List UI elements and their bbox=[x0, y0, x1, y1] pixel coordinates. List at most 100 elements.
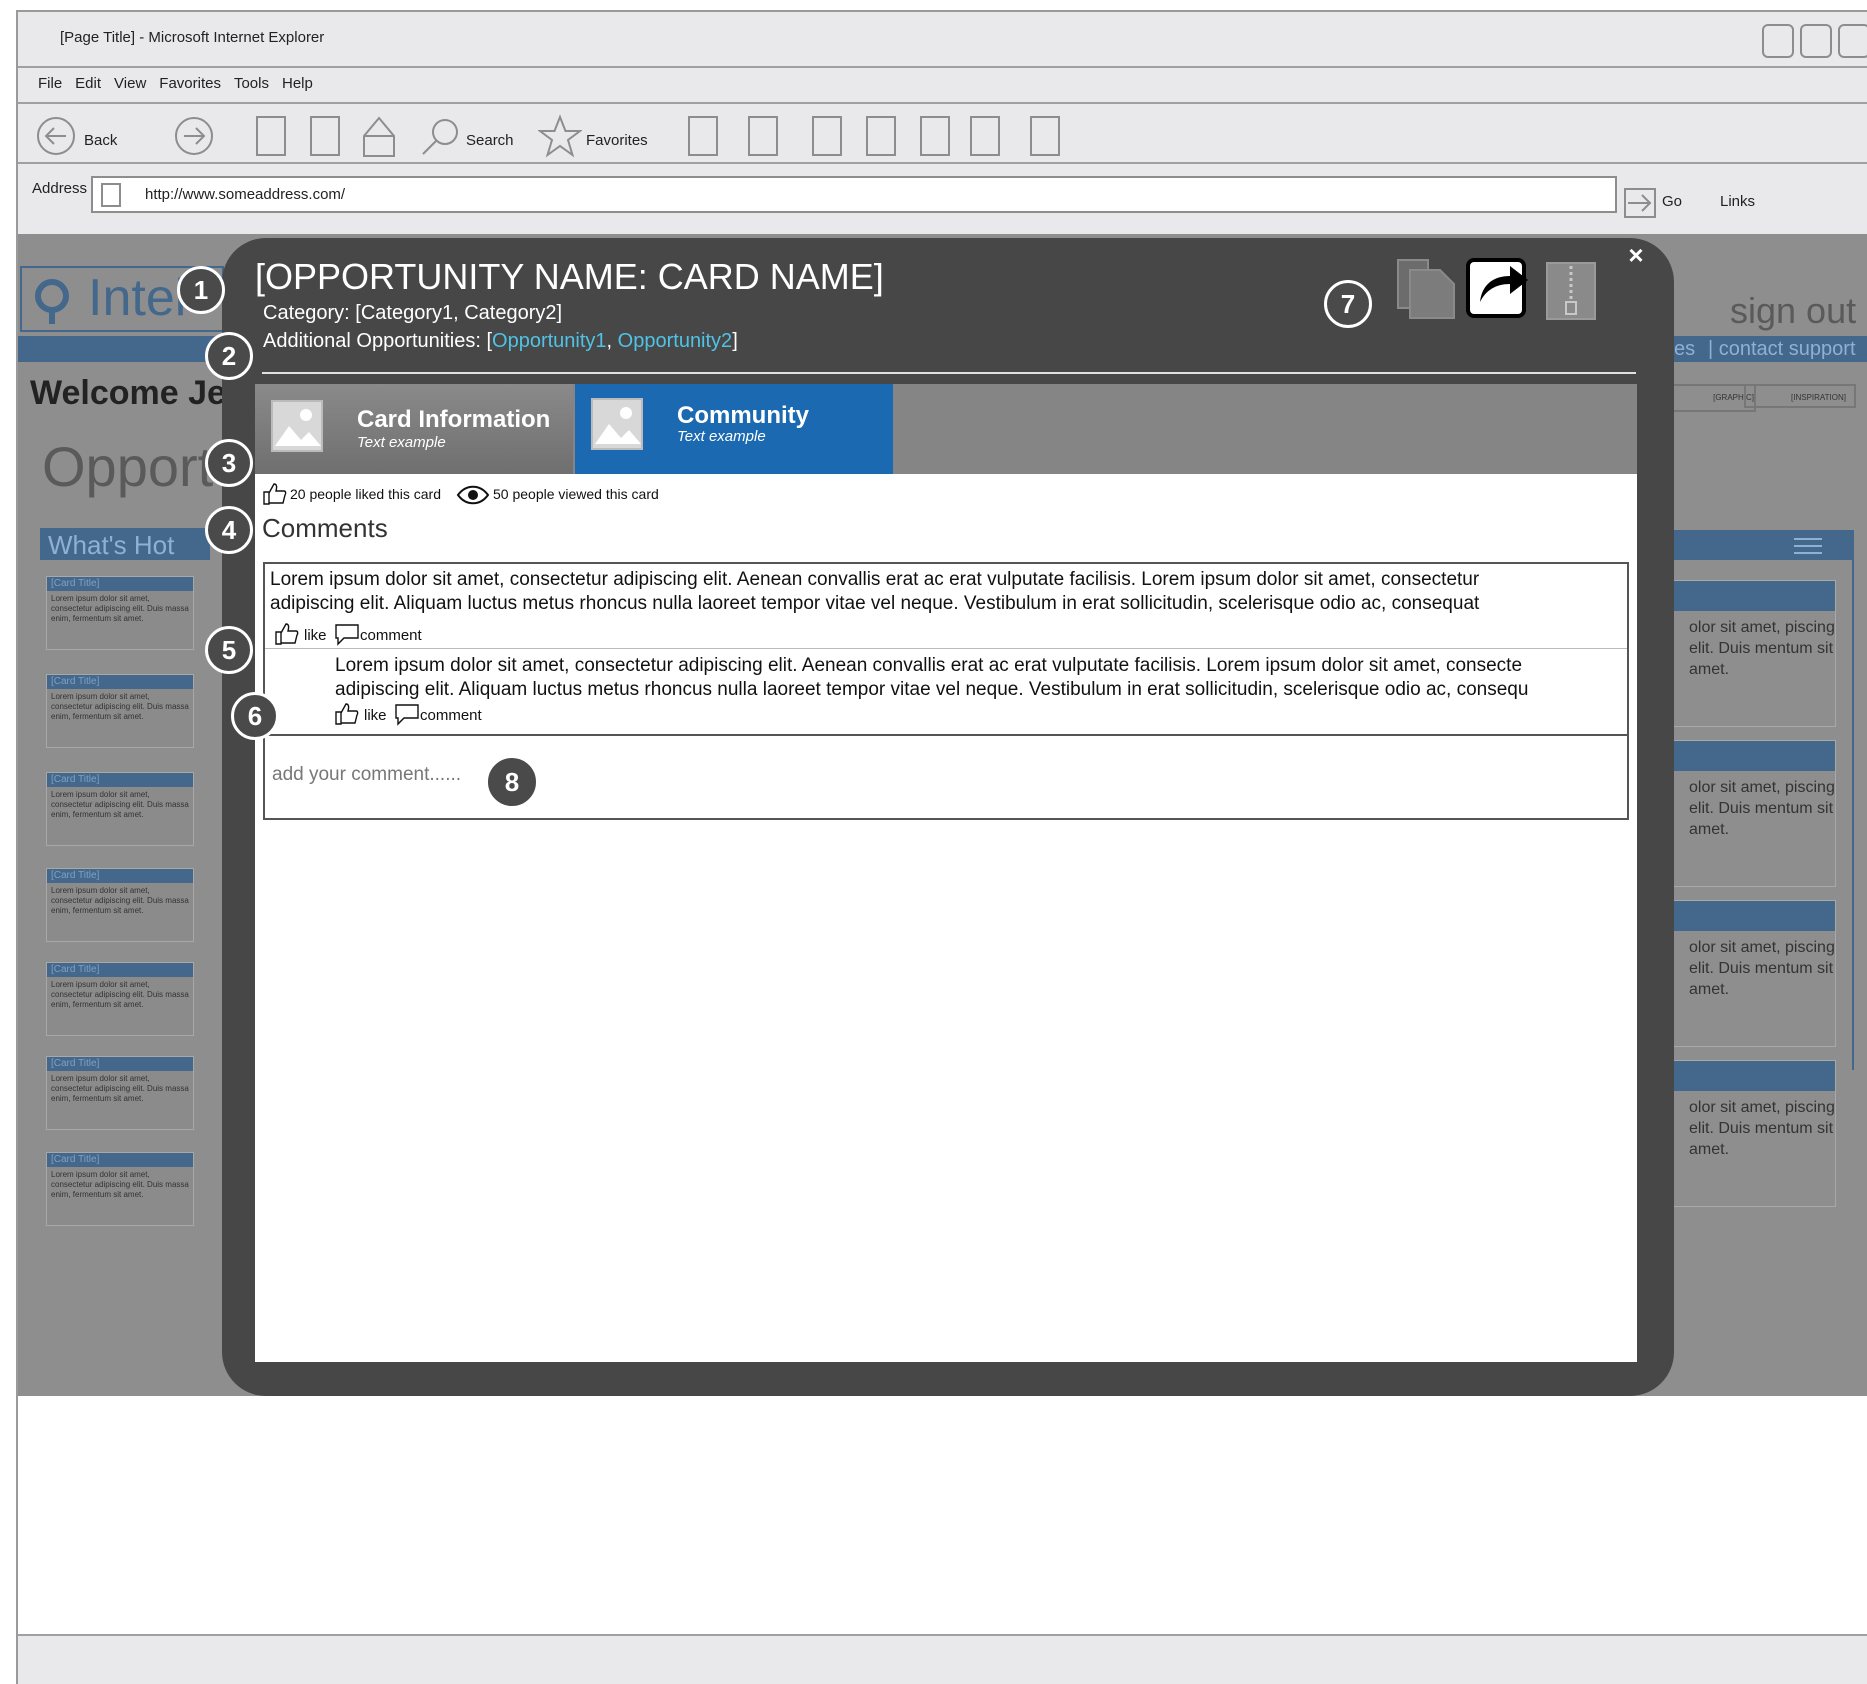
menu-bar: File Edit View Favorites Tools Help bbox=[38, 75, 326, 92]
maximize-button[interactable] bbox=[1800, 24, 1832, 58]
page-blank-area bbox=[18, 1396, 1867, 1634]
page-heading: Opport bbox=[42, 435, 214, 498]
go-arrow-icon[interactable] bbox=[1624, 188, 1656, 218]
modal-title: [OPPORTUNITY NAME: CARD NAME] bbox=[255, 256, 884, 297]
thumbs-up-icon[interactable] bbox=[274, 622, 300, 646]
window-title: [Page Title] - Microsoft Internet Explor… bbox=[60, 29, 325, 46]
annotation-badge-4: 4 bbox=[205, 506, 253, 554]
comment-text-line: adipiscing elit. Aliquam luctus metus rh… bbox=[270, 593, 1480, 614]
comment-divider bbox=[265, 648, 1627, 649]
menu-favorites[interactable]: Favorites bbox=[159, 75, 221, 92]
print-icon[interactable] bbox=[812, 116, 842, 156]
reply-comment-button[interactable]: comment bbox=[420, 707, 482, 724]
nav-link-partial[interactable]: es bbox=[1674, 338, 1695, 361]
search-button-label[interactable]: Search bbox=[466, 132, 514, 149]
logo-icon bbox=[35, 279, 69, 324]
address-label: Address bbox=[32, 180, 88, 197]
right-card[interactable]: olor sit amet, piscing elit. Duis mentum… bbox=[1670, 580, 1836, 727]
toolbar-extra2-icon[interactable] bbox=[1030, 116, 1060, 156]
right-card[interactable]: olor sit amet, piscing elit. Duis mentum… bbox=[1670, 900, 1836, 1047]
copy-document-icon[interactable] bbox=[1396, 258, 1458, 320]
image-placeholder-icon bbox=[271, 400, 323, 452]
share-export-icon[interactable] bbox=[1466, 256, 1532, 320]
tab-subtitle: Text example bbox=[677, 428, 766, 445]
modal-category: Category: [Category1, Category2] bbox=[263, 302, 563, 324]
right-panel-header bbox=[1670, 530, 1854, 560]
links-button[interactable]: Links bbox=[1720, 193, 1755, 210]
right-panel-border bbox=[1852, 530, 1854, 1070]
thumbs-up-icon[interactable] bbox=[334, 702, 360, 726]
mini-card[interactable]: [Card Title] Lorem ipsum dolor sit amet, … bbox=[46, 576, 194, 650]
like-button[interactable]: like bbox=[304, 627, 327, 644]
reply-text-line: adipiscing elit. Aliquam luctus metus rh… bbox=[335, 679, 1529, 700]
opportunity-link-1[interactable]: Opportunity1 bbox=[492, 330, 607, 352]
tab-title: Card Information bbox=[357, 406, 551, 433]
contact-support-link[interactable]: | contact support bbox=[1708, 338, 1856, 361]
comments-heading: Comments bbox=[262, 513, 388, 543]
annotation-badge-3: 3 bbox=[205, 439, 253, 487]
mini-card[interactable]: [Card Title] Lorem ipsum dolor sit amet, … bbox=[46, 868, 194, 942]
whats-hot-label: What's Hot bbox=[48, 530, 175, 560]
address-input[interactable]: http://www.someaddress.com/ bbox=[91, 176, 1617, 213]
menu-edit[interactable]: Edit bbox=[75, 75, 101, 92]
annotation-badge-1: 1 bbox=[177, 266, 225, 314]
mail-icon[interactable] bbox=[748, 116, 778, 156]
likes-count: 20 people liked this card bbox=[290, 486, 441, 502]
header-divider bbox=[262, 372, 1636, 374]
go-button[interactable]: Go bbox=[1662, 193, 1682, 210]
logo-text: Intel bbox=[88, 269, 187, 327]
tab-community[interactable]: Community Text example bbox=[575, 384, 893, 474]
zip-archive-icon[interactable] bbox=[1546, 262, 1596, 320]
menu-file[interactable]: File bbox=[38, 75, 62, 92]
mini-card[interactable]: [Card Title] Lorem ipsum dolor sit amet, … bbox=[46, 1056, 194, 1130]
close-window-button[interactable] bbox=[1838, 24, 1867, 58]
discuss-icon[interactable] bbox=[920, 116, 950, 156]
right-card[interactable]: olor sit amet, piscing elit. Duis mentum… bbox=[1670, 740, 1836, 887]
mini-card[interactable]: [Card Title] Lorem ipsum dolor sit amet, … bbox=[46, 674, 194, 748]
back-arrow-icon[interactable] bbox=[36, 116, 76, 156]
eye-views-icon bbox=[456, 485, 490, 505]
comment-bubble-icon[interactable] bbox=[334, 622, 360, 646]
additional-opportunities: Additional Opportunities: [Opportunity1,… bbox=[263, 330, 738, 352]
mini-card[interactable]: [Card Title] Lorem ipsum dolor sit amet, … bbox=[46, 962, 194, 1036]
add-comment-input[interactable]: add your comment...... bbox=[263, 734, 1629, 820]
mini-card[interactable]: [Card Title] Lorem ipsum dolor sit amet, … bbox=[46, 1152, 194, 1226]
comment-bubble-icon[interactable] bbox=[394, 702, 420, 726]
reply-text-line: Lorem ipsum dolor sit amet, consectetur … bbox=[335, 655, 1523, 676]
address-value: http://www.someaddress.com/ bbox=[145, 186, 346, 203]
history-icon[interactable] bbox=[688, 116, 718, 156]
toolbar-extra-icon[interactable] bbox=[970, 116, 1000, 156]
hamburger-menu-icon[interactable] bbox=[1792, 536, 1824, 556]
menu-view[interactable]: View bbox=[114, 75, 146, 92]
opportunity-link-2[interactable]: Opportunity2 bbox=[618, 330, 733, 352]
reply-comment-button[interactable]: comment bbox=[360, 627, 422, 644]
search-icon[interactable] bbox=[420, 116, 462, 158]
home-icon[interactable] bbox=[362, 114, 396, 158]
tag-inspiration[interactable]: [INSPIRATION] bbox=[1744, 384, 1856, 408]
annotation-badge-5: 5 bbox=[205, 626, 253, 674]
favorites-star-icon[interactable] bbox=[538, 114, 582, 158]
stop-icon[interactable] bbox=[256, 116, 286, 156]
edit-icon[interactable] bbox=[866, 116, 896, 156]
page-icon bbox=[101, 183, 121, 207]
favorites-button-label[interactable]: Favorites bbox=[586, 132, 648, 149]
forward-arrow-icon[interactable] bbox=[174, 116, 214, 156]
annotation-badge-6: 6 bbox=[231, 692, 279, 740]
tab-title: Community bbox=[677, 402, 809, 429]
like-button[interactable]: like bbox=[364, 707, 387, 724]
thumbs-up-icon[interactable] bbox=[262, 482, 288, 506]
tab-card-information[interactable]: Card Information Text example bbox=[255, 384, 573, 474]
back-button-label[interactable]: Back bbox=[84, 132, 117, 149]
minimize-button[interactable] bbox=[1762, 24, 1794, 58]
comment-text-line: Lorem ipsum dolor sit amet, consectetur … bbox=[270, 569, 1480, 590]
mini-card[interactable]: [Card Title] Lorem ipsum dolor sit amet, … bbox=[46, 772, 194, 846]
sign-out-link[interactable]: sign out bbox=[1730, 290, 1856, 332]
status-bar-divider bbox=[18, 1634, 1867, 1636]
modal-close-button[interactable]: × bbox=[1625, 242, 1647, 268]
annotation-badge-8: 8 bbox=[488, 758, 536, 806]
right-card[interactable]: olor sit amet, piscing elit. Duis mentum… bbox=[1670, 1060, 1836, 1207]
refresh-icon[interactable] bbox=[310, 116, 340, 156]
menu-help[interactable]: Help bbox=[282, 75, 313, 92]
welcome-text: Welcome Je bbox=[30, 374, 226, 412]
menu-tools[interactable]: Tools bbox=[234, 75, 269, 92]
